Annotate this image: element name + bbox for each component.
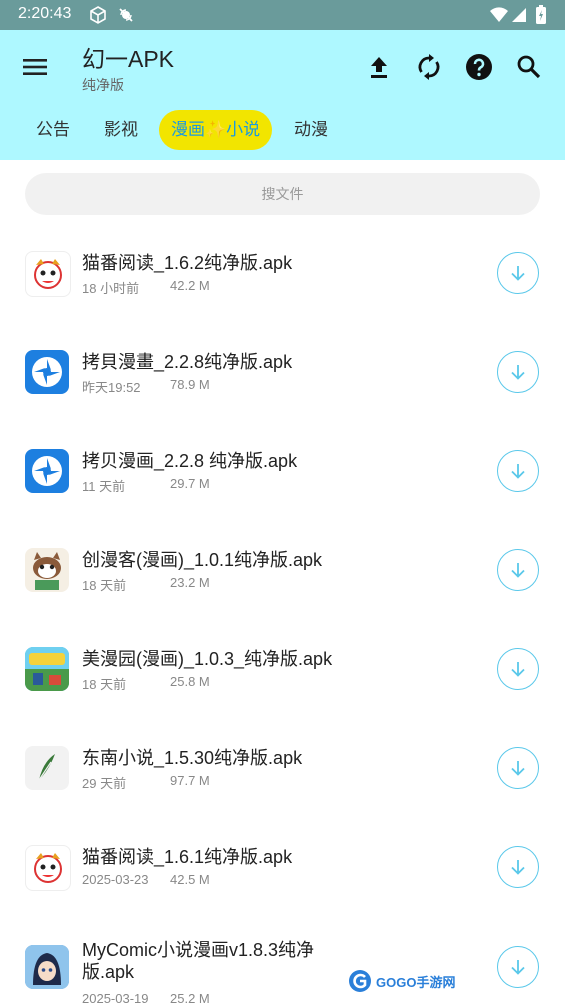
file-date: 18 天前 xyxy=(82,677,127,692)
help-button[interactable] xyxy=(462,50,496,84)
help-icon xyxy=(466,54,492,80)
file-name: 猫番阅读_1.6.1纯净版.apk xyxy=(82,847,293,867)
list-item[interactable]: 猫番阅读_1.6.1纯净版.apk 2025-03-23 42.5 M xyxy=(0,818,565,917)
tab-announcement[interactable]: 公告 xyxy=(24,110,82,150)
mycomic-app-icon xyxy=(25,945,69,989)
download-icon xyxy=(511,662,525,677)
file-name: 拷貝漫畫_2.2.8纯净版.apk xyxy=(82,352,293,372)
download-button[interactable] xyxy=(497,648,539,690)
feather-app-icon xyxy=(25,746,69,790)
raccoon-app-icon xyxy=(25,548,69,592)
cube-icon xyxy=(88,5,108,25)
download-button[interactable] xyxy=(497,747,539,789)
file-meta: 昨天19:52 78.9 M xyxy=(82,377,210,396)
download-button[interactable] xyxy=(497,450,539,492)
app-title: 幻一APK xyxy=(82,46,175,72)
watermark: GOGO手游网 xyxy=(348,968,455,994)
app-bar: 幻一APK 纯净版 公告 影视 漫画✨小说 动漫 xyxy=(0,30,565,160)
download-icon xyxy=(511,860,525,875)
file-size: 25.8 M xyxy=(170,674,210,689)
file-meta: 18 小时前 42.2 M xyxy=(82,278,210,297)
kaobei-app-icon xyxy=(25,449,69,493)
download-icon xyxy=(511,365,525,380)
tab-bar: 公告 影视 漫画✨小说 动漫 xyxy=(0,110,565,152)
download-icon xyxy=(511,563,525,578)
list-item[interactable]: 东南小说_1.5.30纯净版.apk 29 天前 97.7 M xyxy=(0,719,565,818)
download-button[interactable] xyxy=(497,351,539,393)
file-name: 东南小说_1.5.30纯净版.apk xyxy=(82,748,303,768)
file-date: 2025-03-23 xyxy=(82,872,149,887)
download-icon xyxy=(511,960,525,975)
download-icon xyxy=(511,266,525,281)
list-item[interactable]: 猫番阅读_1.6.2纯净版.apk 18 小时前 42.2 M xyxy=(0,224,565,323)
upload-button[interactable] xyxy=(362,50,396,84)
search-input[interactable]: 搜文件 xyxy=(25,173,540,215)
kaobei-app-icon xyxy=(25,350,69,394)
watermark-text: GOGO手游网 xyxy=(376,974,456,990)
menu-button[interactable] xyxy=(20,52,50,82)
file-size: 23.2 M xyxy=(170,575,210,590)
file-date: 11 天前 xyxy=(82,479,126,494)
wifi-icon xyxy=(489,5,509,25)
list-item[interactable]: 拷贝漫画_2.2.8 纯净版.apk 11 天前 29.7 M xyxy=(0,422,565,521)
file-name: 猫番阅读_1.6.2纯净版.apk xyxy=(82,253,293,273)
download-button[interactable] xyxy=(497,549,539,591)
file-name: MyComic小说漫画v1.8.3纯净版.apk xyxy=(82,940,315,982)
file-meta: 18 天前 25.8 M xyxy=(82,674,210,693)
tab-comics-novels[interactable]: 漫画✨小说 xyxy=(159,110,273,150)
gogo-logo-icon xyxy=(349,970,371,992)
no-signal-icon xyxy=(117,5,135,25)
status-bar: 2:20:43 xyxy=(0,0,565,30)
maofan-app-icon xyxy=(25,251,71,297)
file-size: 78.9 M xyxy=(170,377,210,392)
cell-signal-icon xyxy=(511,5,527,25)
status-time: 2:20:43 xyxy=(18,5,72,22)
list-item[interactable]: 创漫客(漫画)_1.0.1纯净版.apk 18 天前 23.2 M xyxy=(0,521,565,620)
maofan-app-icon xyxy=(25,845,71,891)
file-size: 97.7 M xyxy=(170,773,210,788)
file-name: 创漫客(漫画)_1.0.1纯净版.apk xyxy=(82,550,323,570)
download-icon xyxy=(511,761,525,776)
file-date: 29 天前 xyxy=(82,776,127,791)
file-meta: 2025-03-23 42.5 M xyxy=(82,872,210,887)
file-size: 29.7 M xyxy=(170,476,210,491)
file-date: 昨天19:52 xyxy=(82,380,141,395)
download-button[interactable] xyxy=(497,946,539,988)
list-item[interactable]: MyComic小说漫画v1.8.3纯净版.apk 2025-03-19 25.2… xyxy=(0,917,565,1006)
hamburger-icon xyxy=(23,59,47,75)
file-meta: 29 天前 97.7 M xyxy=(82,773,210,792)
sync-icon xyxy=(418,54,440,80)
list-item[interactable]: 拷貝漫畫_2.2.8纯净版.apk 昨天19:52 78.9 M xyxy=(0,323,565,422)
file-name: 拷贝漫画_2.2.8 纯净版.apk xyxy=(82,451,298,471)
search-icon xyxy=(517,55,541,79)
list-item[interactable]: 美漫园(漫画)_1.0.3_纯净版.apk 18 天前 25.8 M xyxy=(0,620,565,719)
download-button[interactable] xyxy=(497,252,539,294)
download-icon xyxy=(511,464,525,479)
tab-anime[interactable]: 动漫 xyxy=(282,110,340,150)
file-size: 42.2 M xyxy=(170,278,210,293)
upload-icon xyxy=(371,57,387,78)
search-button[interactable] xyxy=(512,50,546,84)
file-size: 42.5 M xyxy=(170,872,210,887)
file-name: 美漫园(漫画)_1.0.3_纯净版.apk xyxy=(82,649,333,669)
tab-movies[interactable]: 影视 xyxy=(92,110,150,150)
meimanyuan-app-icon xyxy=(25,647,69,691)
file-meta: 11 天前 29.7 M xyxy=(82,476,210,495)
file-date: 18 天前 xyxy=(82,578,127,593)
battery-icon xyxy=(535,5,547,25)
file-meta: 18 天前 23.2 M xyxy=(82,575,210,594)
file-date: 18 小时前 xyxy=(82,281,140,296)
download-button[interactable] xyxy=(497,846,539,888)
sync-button[interactable] xyxy=(412,50,446,84)
app-subtitle: 纯净版 xyxy=(82,78,124,94)
